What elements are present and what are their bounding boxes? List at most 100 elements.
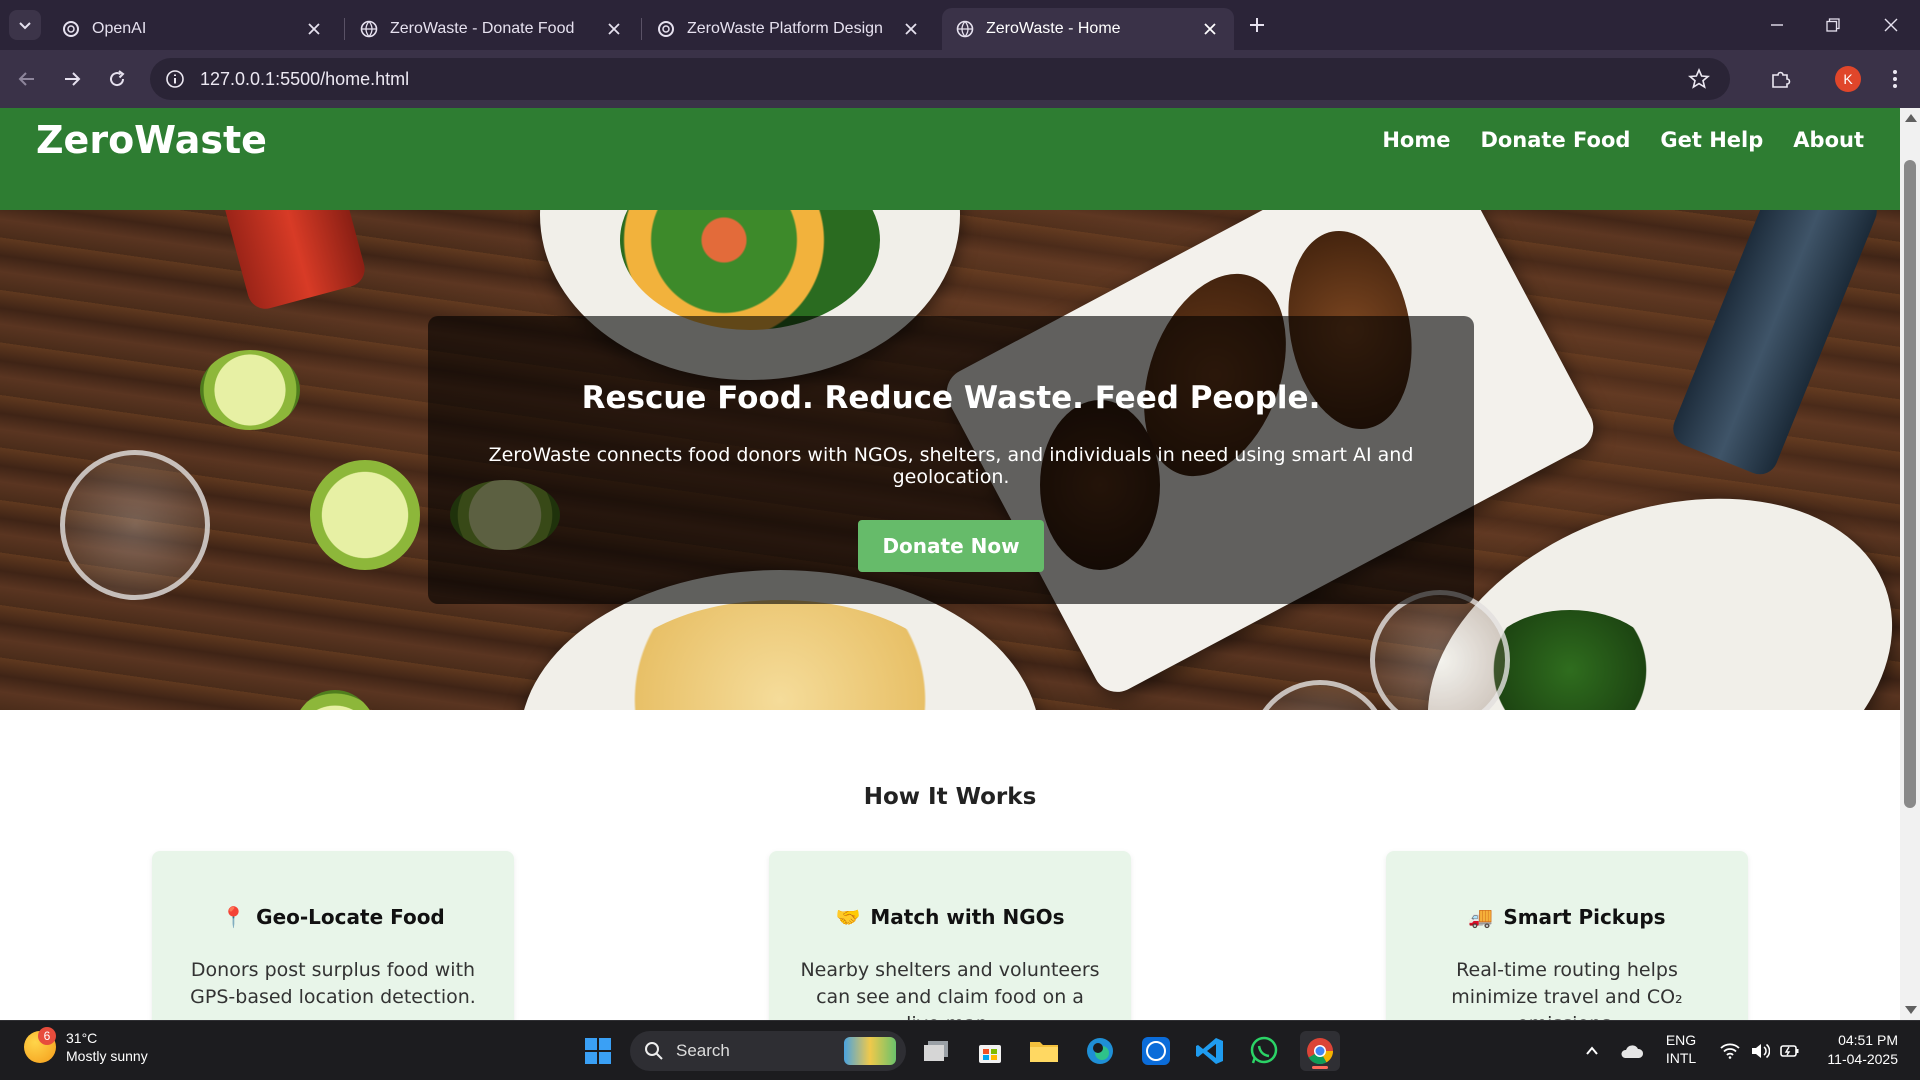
- scroll-down-icon[interactable]: [1905, 1006, 1917, 1014]
- feature-card: 📍 Geo-Locate Food Donors post surplus fo…: [152, 851, 514, 1020]
- search-label: Search: [676, 1041, 730, 1060]
- restore-icon: [1826, 18, 1840, 32]
- nav-link-donate-food[interactable]: Donate Food: [1480, 128, 1630, 152]
- feature-description: Donors post surplus food with GPS-based …: [190, 959, 476, 1008]
- minimize-button[interactable]: [1754, 10, 1800, 40]
- tab-divider: [641, 18, 642, 40]
- feature-title: Smart Pickups: [1503, 905, 1666, 929]
- arrow-left-icon: [18, 72, 34, 86]
- folder-icon: [1030, 1042, 1058, 1062]
- page-scrollbar[interactable]: [1900, 108, 1920, 1020]
- taskbar: 6 31°C Mostly sunny Search ENG INTL 04:5…: [0, 1020, 1920, 1080]
- task-view-button[interactable]: [916, 1031, 956, 1071]
- onedrive-button[interactable]: [1612, 1031, 1652, 1071]
- chevron-up-icon: [1586, 1046, 1598, 1055]
- volume-icon: [1752, 1043, 1770, 1059]
- wifi-icon: [1720, 1043, 1740, 1059]
- vscode-app[interactable]: [1190, 1031, 1230, 1071]
- close-icon[interactable]: [604, 19, 624, 39]
- url-text: 127.0.0.1:5500/home.html: [200, 68, 410, 89]
- clock-date: 11-04-2025: [1827, 1051, 1898, 1067]
- puzzle-icon: [1772, 71, 1791, 88]
- clock-time: 04:51 PM: [1838, 1032, 1898, 1048]
- hero-banner: Rescue Food. Reduce Waste. Feed People. …: [0, 210, 1900, 710]
- close-icon[interactable]: [901, 19, 921, 39]
- weather-widget[interactable]: 6 31°C Mostly sunny: [24, 1027, 148, 1065]
- scroll-up-icon[interactable]: [1905, 114, 1917, 122]
- feature-description: Nearby shelters and volunteers can see a…: [800, 959, 1100, 1020]
- browser-menu-button[interactable]: [1880, 64, 1910, 94]
- feature-title: Geo-Locate Food: [256, 905, 445, 929]
- edge-icon: [1087, 1038, 1113, 1064]
- quick-settings-button[interactable]: [1708, 1031, 1812, 1071]
- tab-home[interactable]: ZeroWaste - Home: [942, 8, 1234, 50]
- star-icon[interactable]: [1688, 68, 1710, 90]
- nav-link-get-help[interactable]: Get Help: [1660, 128, 1763, 152]
- map-pin-icon: 📍: [221, 905, 247, 929]
- donate-now-button[interactable]: Donate Now: [858, 520, 1044, 572]
- edge-app[interactable]: [1080, 1031, 1120, 1071]
- new-tab-button[interactable]: [1244, 12, 1270, 38]
- weather-desc: Mostly sunny: [66, 1048, 148, 1064]
- whatsapp-app[interactable]: [1244, 1031, 1284, 1071]
- nav-link-about[interactable]: About: [1793, 128, 1864, 152]
- site-logo[interactable]: ZeroWaste: [36, 118, 267, 162]
- tab-donate-food[interactable]: ZeroWaste - Donate Food: [346, 8, 638, 50]
- forward-button[interactable]: [57, 64, 87, 94]
- battery-icon: [1780, 1045, 1799, 1057]
- feature-title: Match with NGOs: [870, 905, 1065, 929]
- active-indicator: [1312, 1066, 1328, 1069]
- start-button[interactable]: [578, 1031, 618, 1071]
- tab-openai[interactable]: OpenAI: [48, 8, 338, 50]
- taskbar-search[interactable]: Search: [630, 1031, 906, 1071]
- address-bar[interactable]: 127.0.0.1:5500/home.html: [150, 58, 1730, 100]
- site-nav: Home Donate Food Get Help About: [1382, 128, 1864, 152]
- globe-icon: [956, 20, 974, 38]
- dell-icon: [1142, 1037, 1170, 1065]
- site-header: ZeroWaste Home Donate Food Get Help Abou…: [0, 108, 1900, 210]
- hero-subtitle: ZeroWaste connects food donors with NGOs…: [488, 444, 1414, 488]
- nav-link-home[interactable]: Home: [1382, 128, 1450, 152]
- chrome-icon: [1307, 1038, 1334, 1065]
- search-highlight-icon: [844, 1037, 896, 1065]
- scroll-thumb[interactable]: [1904, 160, 1916, 808]
- close-icon[interactable]: [304, 19, 324, 39]
- cloud-icon: [1621, 1045, 1644, 1058]
- tray-overflow-button[interactable]: [1572, 1031, 1612, 1071]
- feature-card: 🚚 Smart Pickups Real-time routing helps …: [1386, 851, 1748, 1020]
- close-icon[interactable]: [1200, 19, 1220, 39]
- store-app[interactable]: [970, 1031, 1010, 1071]
- sun-icon: 6: [24, 1027, 56, 1063]
- openai-icon: [657, 20, 675, 38]
- tab-search-button[interactable]: [9, 10, 41, 40]
- language-code: ENG: [1665, 1032, 1697, 1048]
- restore-button[interactable]: [1810, 10, 1856, 40]
- profile-avatar[interactable]: K: [1835, 66, 1861, 92]
- site-info-icon[interactable]: [164, 68, 186, 90]
- tab-platform-design[interactable]: ZeroWaste Platform Design: [643, 8, 935, 50]
- feature-description: Real-time routing helps minimize travel …: [1451, 959, 1683, 1020]
- weather-temp: 31°C: [66, 1030, 98, 1046]
- page-viewport: ZeroWaste Home Donate Food Get Help Abou…: [0, 108, 1900, 1020]
- extensions-button[interactable]: [1766, 64, 1796, 94]
- back-button[interactable]: [12, 64, 42, 94]
- store-icon: [979, 1045, 1001, 1063]
- close-window-button[interactable]: [1868, 10, 1914, 40]
- truck-icon: 🚚: [1468, 905, 1494, 929]
- language-indicator[interactable]: ENG INTL: [1660, 1031, 1702, 1067]
- dell-app[interactable]: [1136, 1031, 1176, 1071]
- reload-icon: [110, 70, 125, 87]
- tab-strip: OpenAI ZeroWaste - Donate Food ZeroWaste…: [0, 0, 1920, 50]
- taskbar-clock[interactable]: 04:51 PM 11-04-2025: [1814, 1031, 1898, 1069]
- reload-button[interactable]: [102, 64, 132, 94]
- tab-title: OpenAI: [92, 20, 147, 37]
- openai-icon: [62, 20, 80, 38]
- browser-toolbar: 127.0.0.1:5500/home.html K: [0, 50, 1920, 108]
- chrome-app[interactable]: [1300, 1031, 1340, 1071]
- feature-card: 🤝 Match with NGOs Nearby shelters and vo…: [769, 851, 1131, 1020]
- chevron-down-icon: [19, 22, 31, 30]
- vscode-icon: [1196, 1038, 1223, 1064]
- hero-title: Rescue Food. Reduce Waste. Feed People.: [581, 380, 1321, 416]
- tab-title: ZeroWaste Platform Design: [687, 20, 883, 37]
- file-explorer-app[interactable]: [1024, 1031, 1064, 1071]
